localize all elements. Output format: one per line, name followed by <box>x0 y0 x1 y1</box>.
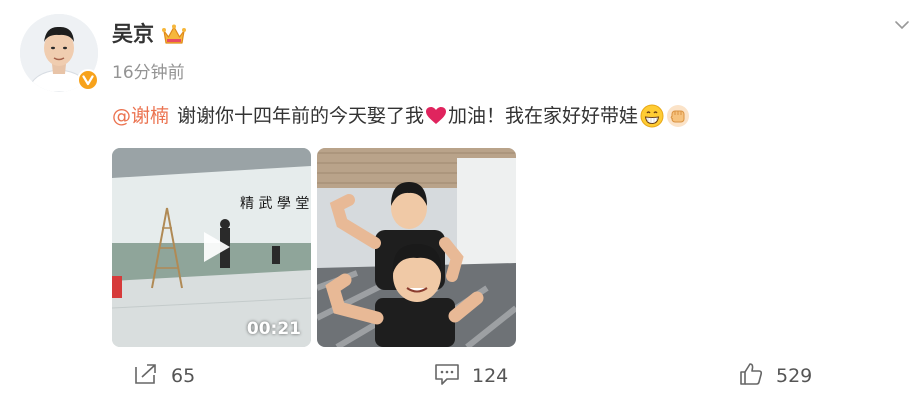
mention-link[interactable]: @谢楠 <box>112 102 169 130</box>
post-text-part1: 谢谢你十四年前的今天娶了我 <box>177 105 425 127</box>
username[interactable]: 吴京 <box>112 20 154 48</box>
video-thumbnail[interactable]: 精 武 學 堂 00:21 <box>112 148 311 347</box>
repost-button[interactable]: 65 <box>133 362 195 390</box>
like-count: 529 <box>776 365 813 387</box>
like-button[interactable]: 529 <box>738 362 812 390</box>
comment-button[interactable]: 124 <box>434 362 508 390</box>
crown-icon[interactable] <box>161 23 187 47</box>
raised-fist-icon <box>666 104 690 128</box>
thumbs-up-icon <box>738 361 764 391</box>
image-thumbnail[interactable] <box>317 148 516 347</box>
repost-count: 65 <box>171 365 196 387</box>
verified-badge-icon <box>77 69 99 91</box>
play-icon[interactable] <box>196 228 234 266</box>
post-text-part2: 加油！我在家好好带娃 <box>448 105 639 127</box>
video-duration: 00:21 <box>246 319 301 339</box>
comment-count: 124 <box>472 365 509 387</box>
red-heart-icon <box>425 106 447 126</box>
chevron-down-icon[interactable] <box>893 16 911 34</box>
share-icon <box>133 362 159 390</box>
comment-icon <box>434 362 460 390</box>
svg-text:精 武 學 堂: 精 武 學 堂 <box>240 196 309 212</box>
post-text: @谢楠 谢谢你十四年前的今天娶了我 加油！我在家好好带娃 <box>112 102 690 130</box>
post-timestamp[interactable]: 16分钟前 <box>112 62 185 84</box>
grinning-face-icon <box>640 104 664 128</box>
